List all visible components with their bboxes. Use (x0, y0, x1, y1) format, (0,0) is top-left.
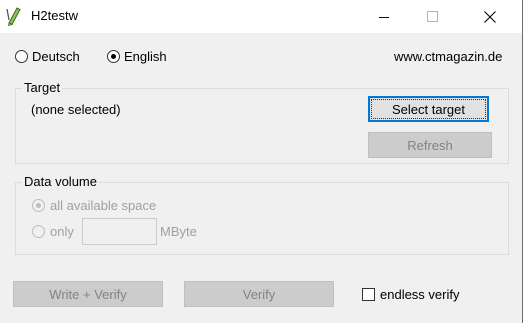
close-icon (484, 10, 496, 23)
title-bar[interactable]: H2testw (0, 0, 523, 33)
select-target-button[interactable]: Select target (368, 96, 489, 122)
maximize-icon (426, 11, 438, 22)
radio-only-label[interactable]: only (50, 224, 74, 239)
window-title: H2testw (31, 8, 78, 23)
radio-all-space-label[interactable]: all available space (50, 198, 156, 213)
maximize-button[interactable] (409, 0, 455, 33)
close-button[interactable] (467, 0, 513, 33)
minimize-icon (379, 12, 389, 22)
pencil-icon (6, 6, 22, 27)
radio-english-label[interactable]: English (124, 49, 167, 64)
h2testw-window: H2testw Deutsch English www.ctmagazin.de… (0, 0, 523, 323)
endless-verify-label[interactable]: endless verify (380, 287, 459, 302)
data-volume-group-title: Data volume (22, 174, 99, 189)
verify-button[interactable]: Verify (184, 281, 334, 307)
radio-all-space[interactable] (32, 199, 45, 212)
radio-english[interactable] (107, 50, 120, 63)
endless-verify-checkbox[interactable] (362, 288, 375, 301)
mbyte-input[interactable] (82, 218, 157, 245)
refresh-label: Refresh (407, 137, 453, 153)
target-group-title: Target (22, 80, 63, 95)
minimize-button[interactable] (361, 0, 407, 33)
write-verify-label: Write + Verify (49, 286, 127, 302)
website-label: www.ctmagazin.de (394, 49, 503, 64)
radio-deutsch[interactable] (15, 50, 28, 63)
radio-deutsch-label[interactable]: Deutsch (32, 49, 80, 64)
mbyte-unit-label: MByte (160, 224, 197, 239)
select-target-label: Select target (392, 101, 465, 117)
refresh-button[interactable]: Refresh (368, 132, 492, 158)
target-selection-text: (none selected) (31, 102, 121, 117)
write-verify-button[interactable]: Write + Verify (13, 281, 163, 307)
verify-label: Verify (242, 286, 276, 302)
radio-only[interactable] (32, 225, 45, 238)
